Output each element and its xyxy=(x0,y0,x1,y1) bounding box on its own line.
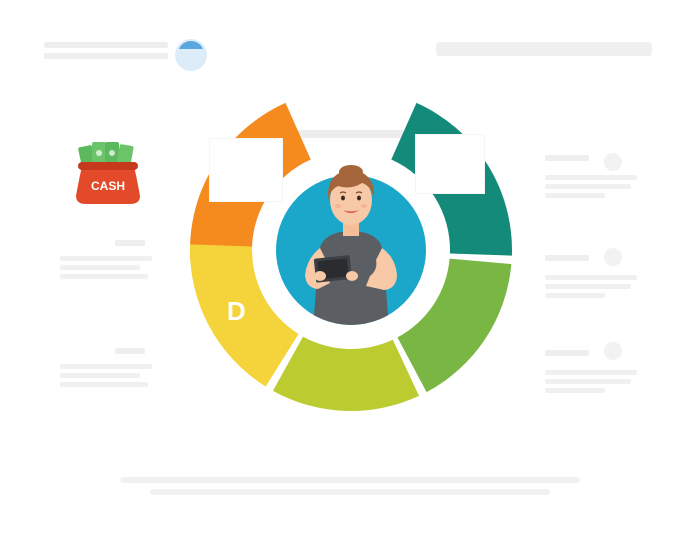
callout-box-right xyxy=(416,135,484,193)
left-info-block-1 xyxy=(60,240,160,283)
right-info-block-2 xyxy=(545,255,645,302)
right-icon-2 xyxy=(604,248,622,266)
callout-box-left xyxy=(210,139,282,201)
right-info-block-3 xyxy=(545,350,645,397)
cash-label: CASH xyxy=(91,179,125,193)
wheel-segment-letter: D xyxy=(227,296,246,326)
right-icon-3 xyxy=(604,342,622,360)
left-info-block-2 xyxy=(60,348,160,391)
right-info-block-1 xyxy=(545,155,645,202)
money-bag-icon: CASH xyxy=(76,142,140,204)
footer-text xyxy=(110,477,590,501)
right-icon-1 xyxy=(604,153,622,171)
